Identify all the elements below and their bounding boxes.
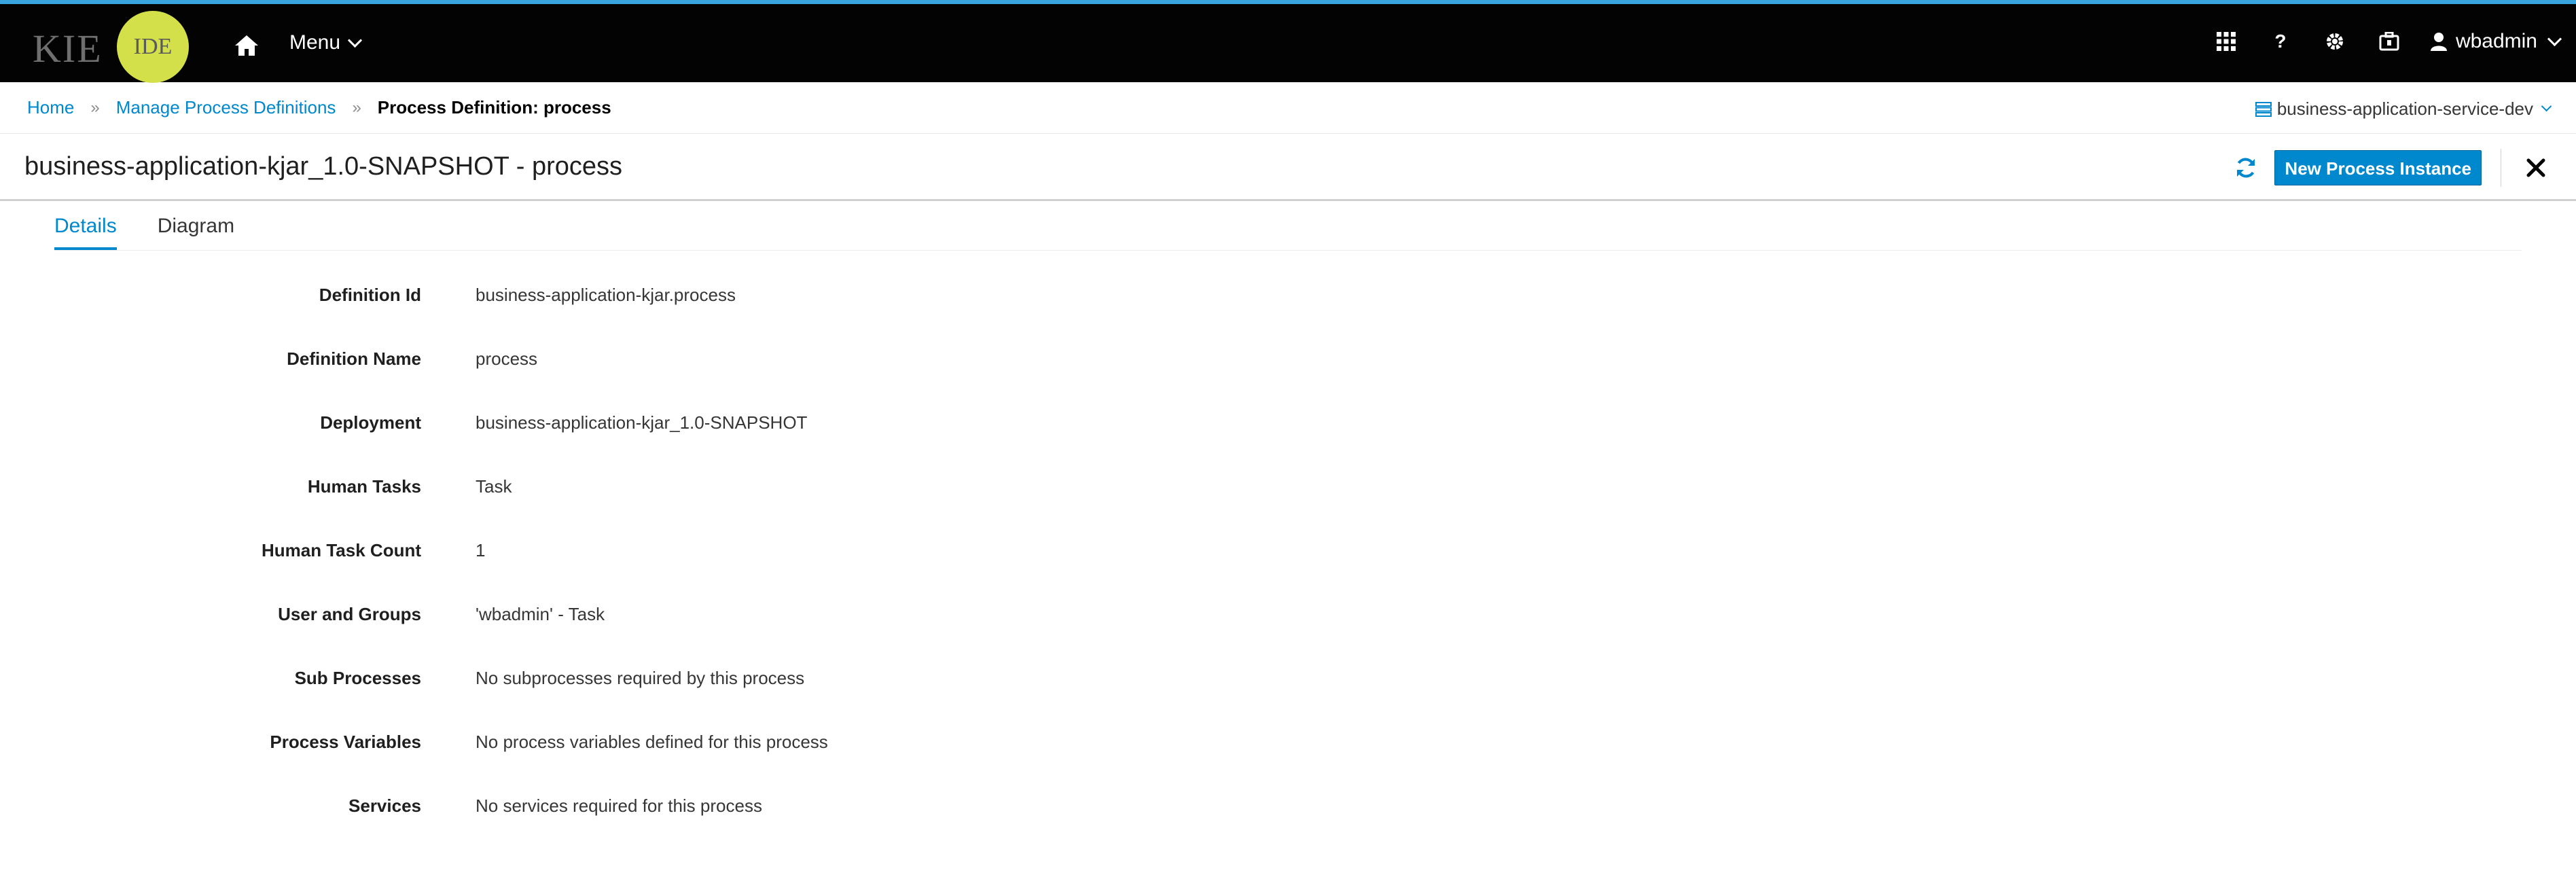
apps-grid-icon[interactable] bbox=[2215, 31, 2237, 52]
admin-case-icon[interactable] bbox=[2378, 31, 2400, 52]
deployment-value: business-application-kjar_1.0-SNAPSHOT bbox=[476, 412, 808, 433]
detail-row: User and Groups 'wbadmin' - Task bbox=[0, 582, 2576, 646]
chevron-down-icon bbox=[347, 33, 363, 48]
logo-kie-text: KIE bbox=[33, 26, 103, 71]
breadcrumb-manage-process-definitions[interactable]: Manage Process Definitions bbox=[116, 97, 336, 118]
deployment-label: Deployment bbox=[320, 412, 421, 433]
page-title: business-application-kjar_1.0-SNAPSHOT -… bbox=[24, 151, 622, 181]
tab-diagram[interactable]: Diagram bbox=[158, 215, 234, 250]
utility-nav: ? wbadmin bbox=[2183, 30, 2562, 53]
server-template-selector[interactable]: business-application-service-dev bbox=[2255, 99, 2552, 120]
breadcrumb: Home » Manage Process Definitions » Proc… bbox=[0, 82, 2576, 134]
detail-row: Human Tasks Task bbox=[0, 454, 2576, 518]
tab-bar: Details Diagram bbox=[54, 201, 2522, 251]
breadcrumb-home[interactable]: Home bbox=[27, 97, 74, 118]
process-details: Definition Id business-application-kjar.… bbox=[0, 263, 2576, 838]
menu-label: Menu bbox=[289, 31, 341, 54]
logo-circle: IDE bbox=[117, 11, 189, 83]
detail-row: Sub Processes No subprocesses required b… bbox=[0, 646, 2576, 710]
masthead: KIE IDE Menu ? wbadmin bbox=[0, 4, 2576, 83]
new-process-instance-button[interactable]: New Process Instance bbox=[2274, 150, 2482, 185]
username-label: wbadmin bbox=[2455, 30, 2537, 52]
human-tasks-label: Human Tasks bbox=[307, 476, 421, 497]
definition-name-value: process bbox=[476, 348, 538, 369]
sub-processes-value: No subprocesses required by this process bbox=[476, 667, 805, 688]
header-actions: New Process Instance bbox=[2234, 149, 2546, 187]
user-icon bbox=[2430, 33, 2447, 51]
kie-ide-logo[interactable]: KIE IDE bbox=[33, 8, 189, 83]
services-value: No services required for this process bbox=[476, 795, 762, 816]
detail-row: Definition Id business-application-kjar.… bbox=[0, 263, 2576, 327]
server-name: business-application-service-dev bbox=[2276, 99, 2533, 119]
detail-row: Deployment business-application-kjar_1.0… bbox=[0, 391, 2576, 454]
user-menu[interactable]: wbadmin bbox=[2430, 30, 2562, 53]
detail-row: Human Task Count 1 bbox=[0, 518, 2576, 582]
page-header: business-application-kjar_1.0-SNAPSHOT -… bbox=[0, 134, 2576, 201]
chevron-down-icon bbox=[2547, 31, 2562, 46]
human-task-count-label: Human Task Count bbox=[262, 539, 421, 560]
close-icon[interactable] bbox=[2526, 158, 2546, 178]
definition-id-label: Definition Id bbox=[319, 284, 421, 305]
home-icon[interactable] bbox=[234, 34, 260, 57]
detail-row: Services No services required for this p… bbox=[0, 774, 2576, 838]
gear-icon[interactable] bbox=[2324, 31, 2346, 52]
process-variables-label: Process Variables bbox=[270, 731, 421, 752]
human-task-count-value: 1 bbox=[476, 539, 486, 560]
sub-processes-label: Sub Processes bbox=[294, 667, 421, 688]
chevron-down-icon bbox=[2541, 101, 2552, 112]
breadcrumb-separator: » bbox=[90, 98, 100, 117]
human-tasks-value: Task bbox=[476, 476, 512, 497]
definition-name-label: Definition Name bbox=[287, 348, 421, 369]
refresh-icon[interactable] bbox=[2234, 156, 2258, 180]
detail-row: Definition Name process bbox=[0, 327, 2576, 391]
process-variables-value: No process variables defined for this pr… bbox=[476, 731, 828, 752]
logo-ide-text: IDE bbox=[133, 34, 173, 59]
services-label: Services bbox=[348, 795, 421, 816]
tab-details[interactable]: Details bbox=[54, 215, 117, 250]
user-and-groups-label: User and Groups bbox=[278, 603, 421, 624]
server-icon bbox=[2255, 101, 2272, 117]
breadcrumb-separator: » bbox=[352, 98, 361, 117]
user-and-groups-value: 'wbadmin' - Task bbox=[476, 603, 605, 624]
help-icon[interactable]: ? bbox=[2270, 31, 2291, 52]
breadcrumb-current: Process Definition: process bbox=[377, 97, 611, 118]
menu-dropdown[interactable]: Menu bbox=[289, 31, 363, 54]
definition-id-value: business-application-kjar.process bbox=[476, 284, 736, 305]
detail-row: Process Variables No process variables d… bbox=[0, 710, 2576, 774]
